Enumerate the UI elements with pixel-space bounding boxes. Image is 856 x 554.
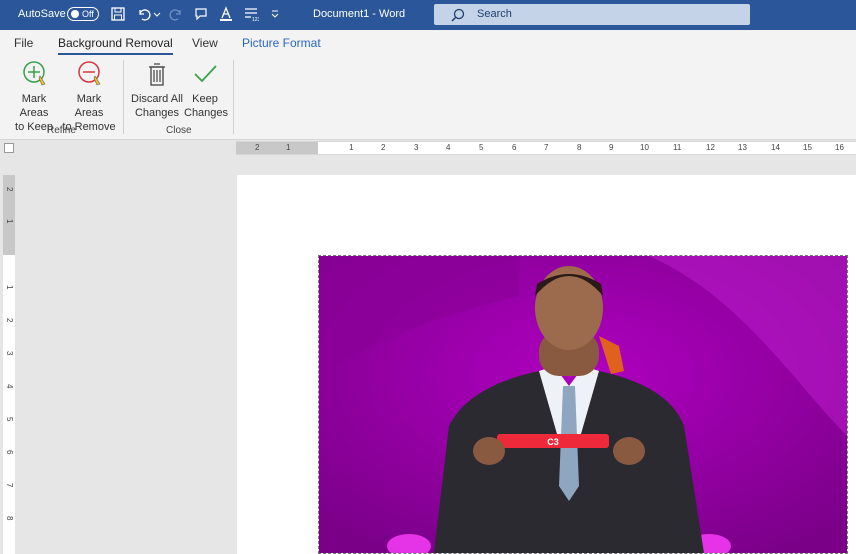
ruler-number: 2 (5, 318, 14, 323)
ribbon-tabs: File Background Removal View Picture For… (0, 30, 856, 56)
ruler-number: 16 (835, 143, 844, 152)
redo-icon[interactable] (168, 6, 184, 22)
ruler-number: 10 (640, 143, 649, 152)
search-box[interactable]: Search (434, 4, 750, 25)
keep-line1: Keep (192, 93, 218, 105)
pencil-minus-icon (78, 61, 101, 86)
touch-mode-icon[interactable] (193, 6, 209, 22)
horizontal-ruler[interactable]: 2 1 1 2 3 4 5 6 7 8 9 10 11 12 13 14 15 … (236, 141, 856, 155)
ruler-number: 1 (5, 285, 14, 290)
group-separator (233, 60, 234, 134)
numbering-icon[interactable]: 123 (243, 6, 259, 22)
ruler-number: 6 (5, 450, 14, 455)
font-color-icon[interactable] (218, 6, 234, 22)
checkmark-icon (194, 65, 217, 83)
picture-content: C3 (319, 256, 847, 553)
svg-text:123: 123 (252, 17, 259, 22)
search-icon (451, 8, 465, 22)
ruler-number: 2 (5, 187, 14, 192)
keep-changes-button[interactable]: Keep Changes (184, 60, 229, 120)
discard-line2: Changes (134, 107, 180, 119)
tab-view[interactable]: View (192, 36, 218, 50)
title-bar: AutoSave Off 123 Document1 - Word Search (0, 0, 856, 30)
ruler-number: 3 (414, 143, 419, 152)
ruler-number: 7 (544, 143, 549, 152)
mark-keep-line1: Mark Areas (19, 93, 49, 119)
autosave-state: Off (82, 9, 94, 19)
ruler-number: 6 (512, 143, 517, 152)
mark-areas-to-keep-button[interactable]: Mark Areas to Keep (8, 60, 60, 134)
ruler-number: 14 (771, 143, 780, 152)
mark-areas-to-remove-button[interactable]: Mark Areas to Remove (62, 60, 116, 134)
customize-qat-icon[interactable] (270, 6, 280, 22)
autosave-toggle[interactable]: Off (67, 7, 99, 21)
ruler-number: 2 (381, 143, 386, 152)
ball-label: C3 (547, 437, 559, 447)
mark-remove-line1: Mark Areas (74, 93, 104, 119)
undo-dropdown-icon[interactable] (152, 6, 162, 22)
ruler-number: 4 (5, 384, 14, 389)
selected-picture[interactable]: C3 (318, 255, 848, 554)
autosave-label: AutoSave (18, 8, 66, 20)
ruler-number: 11 (673, 143, 682, 152)
undo-icon[interactable] (136, 6, 152, 22)
document-title: Document1 - Word (313, 8, 406, 20)
ruler-number: 2 (255, 143, 260, 152)
ruler-number: 5 (5, 417, 14, 422)
discard-line1: Discard All (131, 93, 183, 105)
ruler-number: 8 (5, 516, 14, 521)
ruler-number: 1 (349, 143, 354, 152)
ruler-number: 12 (706, 143, 715, 152)
keep-line2: Changes (184, 107, 229, 119)
tab-selector[interactable] (4, 143, 14, 153)
ruler-number: 9 (609, 143, 614, 152)
ruler-number: 1 (5, 219, 14, 224)
pencil-plus-icon (23, 61, 46, 86)
tab-file[interactable]: File (14, 36, 33, 50)
active-tab-underline (58, 53, 173, 55)
toggle-knob (71, 10, 79, 18)
group-separator (123, 60, 124, 134)
ruler-number: 13 (738, 143, 747, 152)
ruler-left-margin (236, 142, 318, 154)
search-placeholder: Search (477, 8, 512, 20)
ruler-number: 4 (446, 143, 451, 152)
tab-picture-format[interactable]: Picture Format (242, 36, 321, 50)
ruler-number: 1 (286, 143, 291, 152)
ruler-number: 8 (577, 143, 582, 152)
ruler-number: 5 (479, 143, 484, 152)
ruler-number: 15 (803, 143, 812, 152)
save-icon[interactable] (110, 6, 126, 22)
tab-label: Background Removal (58, 36, 173, 50)
vertical-ruler[interactable]: 2 1 1 2 3 4 5 6 7 8 (3, 175, 15, 554)
ruler-number: 7 (5, 483, 14, 488)
refine-group-label: Refine (47, 125, 76, 136)
close-group-label: Close (166, 125, 192, 136)
ribbon: Mark Areas to Keep Mark Areas to Remove … (0, 56, 856, 140)
trash-icon (149, 63, 165, 86)
tab-background-removal[interactable]: Background Removal (58, 36, 173, 55)
discard-all-changes-button[interactable]: Discard All Changes (130, 60, 184, 120)
ruler-number: 3 (5, 351, 14, 356)
